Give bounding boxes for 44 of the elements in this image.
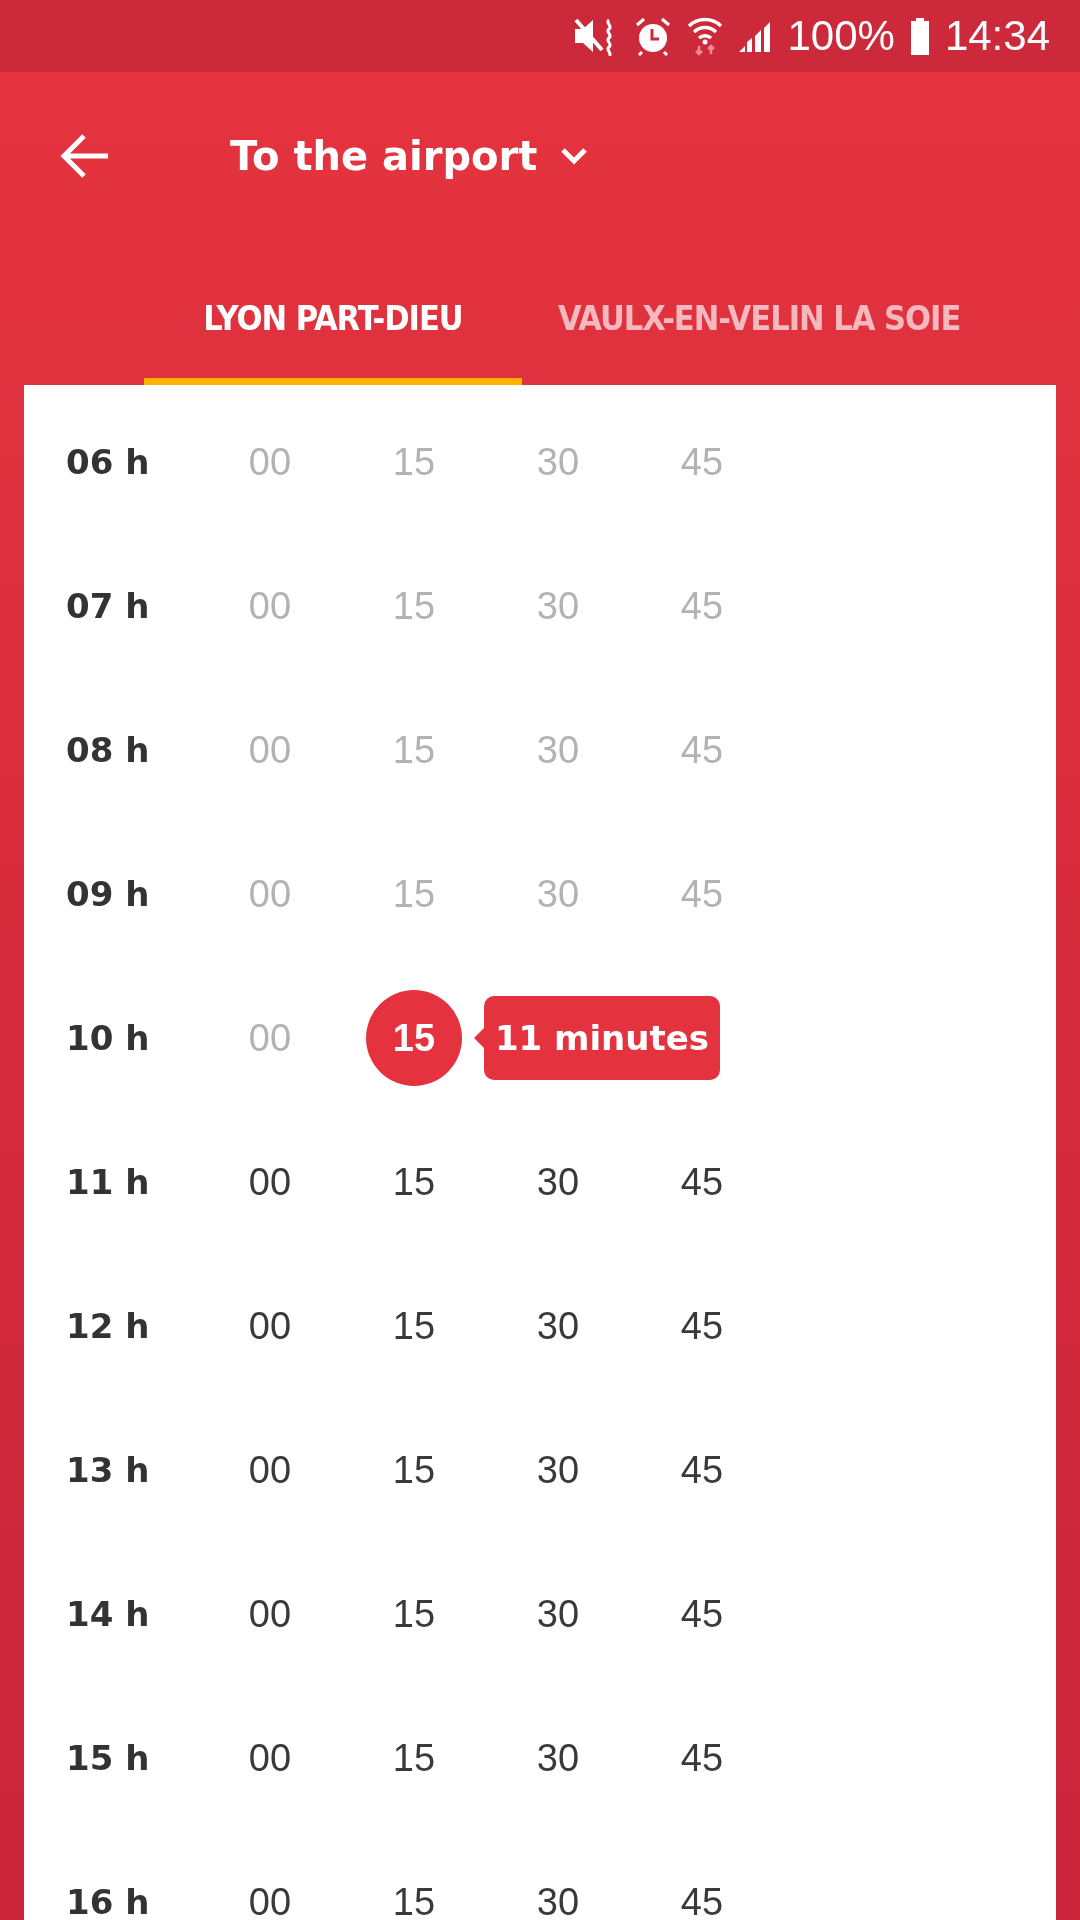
- hour-label: 07 h: [65, 586, 151, 626]
- departure-minute[interactable]: 15: [342, 1134, 486, 1230]
- departure-minute[interactable]: 15: [366, 990, 462, 1086]
- hour-label: 12 h: [65, 1306, 151, 1346]
- hour-label: 11 h: [65, 1162, 151, 1202]
- hour-label: 16 h: [65, 1882, 151, 1920]
- caret-icon: [559, 146, 590, 166]
- battery-percent: 100%: [787, 12, 895, 60]
- departure-minute[interactable]: 15: [342, 1566, 486, 1662]
- departure-minute[interactable]: 45: [630, 1134, 774, 1230]
- departure-minute[interactable]: 45: [630, 1278, 774, 1374]
- departure-minute[interactable]: 30: [486, 1278, 630, 1374]
- hour-label: 13 h: [65, 1450, 151, 1490]
- battery-icon: [908, 16, 931, 56]
- departure-minute[interactable]: 00: [198, 1278, 342, 1374]
- departure-minute[interactable]: 00: [198, 1854, 342, 1920]
- departure-minute[interactable]: 30: [486, 1710, 630, 1806]
- departure-minute[interactable]: 15: [342, 1278, 486, 1374]
- hour-label: 14 h: [65, 1594, 151, 1634]
- hour-label: 10 h: [65, 1018, 151, 1058]
- departure-minute[interactable]: 15: [342, 1854, 486, 1920]
- departure-minute[interactable]: 15: [342, 1422, 486, 1518]
- wait-time-tooltip: 11 minutes: [474, 996, 720, 1080]
- hour-label: 06 h: [65, 442, 151, 482]
- hour-label: 09 h: [65, 874, 151, 914]
- hour-label: 08 h: [65, 730, 151, 770]
- back-arrow-icon[interactable]: [58, 132, 110, 180]
- departure-minute[interactable]: 45: [630, 1710, 774, 1806]
- status-time: 14:34: [944, 12, 1050, 60]
- departure-minute[interactable]: 45: [630, 1854, 774, 1920]
- departure-minute[interactable]: 15: [342, 1710, 486, 1806]
- departure-minute[interactable]: 00: [198, 1422, 342, 1518]
- route-dropdown[interactable]: To the airport: [230, 133, 590, 179]
- departure-minute[interactable]: 30: [486, 1854, 630, 1920]
- departure-minute[interactable]: 30: [486, 1566, 630, 1662]
- hour-label: 15 h: [65, 1738, 151, 1778]
- wifi-icon: [687, 16, 724, 56]
- departure-minute[interactable]: 00: [198, 1566, 342, 1662]
- departure-minute[interactable]: 30: [486, 1134, 630, 1230]
- departure-minute[interactable]: 45: [630, 1422, 774, 1518]
- departure-minute[interactable]: 45: [630, 1566, 774, 1662]
- departure-minute[interactable]: 00: [198, 1710, 342, 1806]
- departure-minute[interactable]: 00: [198, 1134, 342, 1230]
- departure-minute[interactable]: 30: [486, 1422, 630, 1518]
